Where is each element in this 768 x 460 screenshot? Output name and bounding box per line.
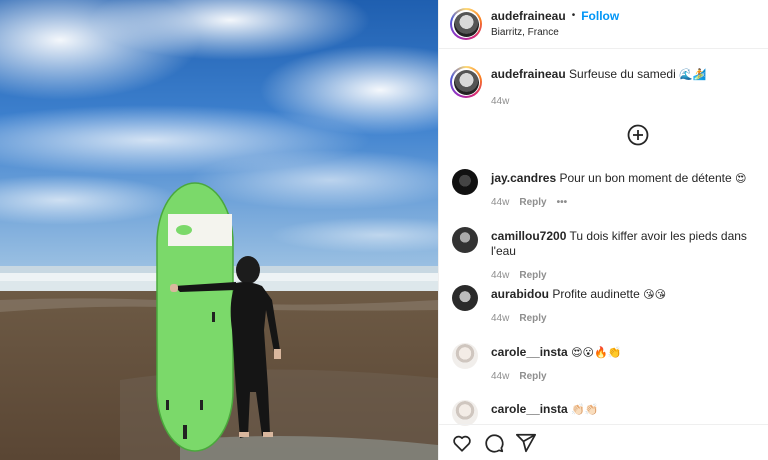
plus-circle-icon[interactable] bbox=[627, 124, 649, 146]
comment-age: 44w bbox=[491, 371, 510, 382]
author-avatar[interactable] bbox=[450, 8, 482, 40]
heart-icon[interactable] bbox=[451, 432, 473, 454]
caption-emoji: 🌊🏄 bbox=[679, 68, 707, 81]
comment-age: 44w bbox=[491, 197, 510, 208]
commenter-avatar[interactable] bbox=[452, 227, 478, 253]
post-sidebar: audefraineau • Follow Biarritz, France a… bbox=[438, 0, 768, 460]
author-info: audefraineau • Follow Biarritz, France bbox=[491, 10, 619, 38]
reply-button[interactable]: Reply bbox=[519, 268, 546, 283]
comment-username[interactable]: camillou7200 bbox=[491, 229, 566, 243]
caption-text: Surfeuse du samedi bbox=[569, 67, 676, 81]
post-modal: audefraineau • Follow Biarritz, France a… bbox=[0, 0, 768, 460]
caption-avatar[interactable] bbox=[450, 66, 482, 98]
comment-username[interactable]: carole__insta bbox=[491, 345, 568, 359]
surfer-photo-image bbox=[0, 0, 438, 460]
post-header: audefraineau • Follow Biarritz, France bbox=[439, 0, 768, 49]
post-caption: audefraineau Surfeuse du samedi 🌊🏄 44w bbox=[439, 49, 768, 161]
more-options-icon[interactable]: ••• bbox=[557, 195, 568, 210]
comment-item: jay.candres Pour un bon moment de détent… bbox=[452, 169, 746, 210]
share-icon[interactable] bbox=[515, 432, 537, 454]
follow-button[interactable]: Follow bbox=[581, 10, 619, 22]
commenter-avatar[interactable] bbox=[452, 343, 478, 369]
reply-button[interactable]: Reply bbox=[519, 311, 546, 326]
comment-age: 44w bbox=[491, 313, 510, 324]
separator-dot: • bbox=[571, 10, 576, 21]
comment-username[interactable]: jay.candres bbox=[491, 171, 556, 185]
comment-item: carole__insta 😍😮🔥👏 44w Reply bbox=[452, 343, 621, 384]
comment-icon[interactable] bbox=[483, 432, 505, 454]
caption-age: 44w bbox=[491, 96, 510, 107]
comment-text: Profite audinette bbox=[552, 287, 640, 301]
comment-emoji: 😍 bbox=[734, 172, 747, 185]
commenter-avatar[interactable] bbox=[452, 285, 478, 311]
comment-username[interactable]: aurabidou bbox=[491, 287, 549, 301]
comment-emoji: 😍😮🔥👏 bbox=[571, 346, 622, 359]
comment-emoji: 👏🏻👏🏻 bbox=[571, 403, 599, 416]
comment-age: 44w bbox=[491, 270, 510, 281]
author-username[interactable]: audefraineau bbox=[491, 10, 566, 22]
comment-text: Pour un bon moment de détente bbox=[559, 171, 732, 185]
comment-item: carole__insta 👏🏻👏🏻 bbox=[452, 400, 598, 426]
comment-item: aurabidou Profite audinette 😘😘 44w Reply bbox=[452, 285, 666, 326]
post-actions-bar bbox=[439, 424, 768, 460]
reply-button[interactable]: Reply bbox=[519, 369, 546, 384]
location-link[interactable]: Biarritz, France bbox=[491, 28, 619, 38]
commenter-avatar[interactable] bbox=[452, 169, 478, 195]
caption-username[interactable]: audefraineau bbox=[491, 67, 566, 81]
post-photo[interactable] bbox=[0, 0, 438, 460]
reply-button[interactable]: Reply bbox=[519, 195, 546, 210]
comment-emoji: 😘😘 bbox=[643, 288, 667, 301]
comment-username[interactable]: carole__insta bbox=[491, 402, 568, 416]
commenter-avatar[interactable] bbox=[452, 400, 478, 426]
comment-item: camillou7200 Tu dois kiffer avoir les pi… bbox=[452, 227, 768, 283]
